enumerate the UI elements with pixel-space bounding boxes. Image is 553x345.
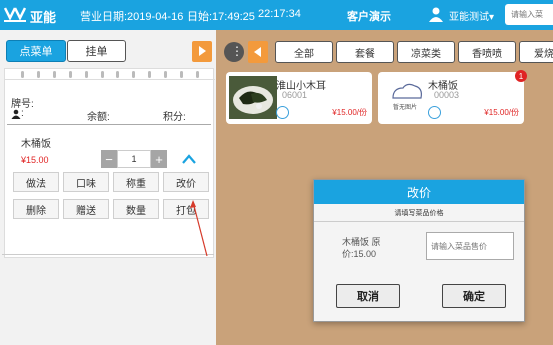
confirm-button[interactable]: 确定	[442, 284, 506, 308]
user-icon[interactable]	[428, 6, 444, 22]
no-image-placeholder: 暂无图片	[381, 76, 429, 119]
dish-price: ¥15.00/份	[484, 108, 519, 117]
top-bar: 亚能 营业日期:2019-04-16 日始:17:49:25 22:17:34 …	[0, 0, 553, 30]
business-date: 营业日期:2019-04-16	[80, 11, 184, 23]
category-tab-set[interactable]: 套餐	[336, 41, 394, 63]
day-start-time: 日始:17:49:25	[187, 11, 255, 23]
annotation-arrow	[190, 200, 208, 257]
user-menu[interactable]: 亚能测试▾	[449, 8, 494, 23]
mode-label: 客户演示	[347, 11, 391, 23]
dish-detail-icon[interactable]	[276, 106, 289, 119]
price-input[interactable]	[426, 232, 514, 260]
dish-count-badge: 1	[515, 70, 527, 82]
dish-card[interactable]: 淮山小木耳 06001 ¥15.00/份	[226, 72, 372, 124]
no-image-text: 暂无图片	[393, 103, 417, 111]
arrow-left-icon[interactable]	[248, 41, 268, 63]
dish-detail-icon[interactable]	[428, 106, 441, 119]
original-price-info: 木桶饭 原 价:15.00	[342, 236, 422, 260]
dialog-subtitle: 请填写菜品价格	[314, 204, 524, 222]
dish-card[interactable]: 暂无图片 木桶饭 00003 ¥15.00/份 1	[378, 70, 527, 124]
change-price-dialog: 改价 请填写菜品价格 木桶饭 原 价:15.00 取消 确定	[313, 179, 525, 322]
dialog-title: 改价	[314, 180, 524, 204]
order-panel: 点菜单 挂单 牌号: : 余额: 积分: 木桶饭 ¥15.00 − 1 + 做法	[0, 30, 216, 345]
dish-code: 06001	[282, 90, 308, 100]
category-tab-cold[interactable]: 凉菜类	[397, 41, 455, 63]
category-tab-all[interactable]: 全部	[275, 41, 333, 63]
original-price-line1: 木桶饭 原	[342, 237, 381, 247]
dish-code: 00003	[434, 90, 460, 100]
category-tab-grill[interactable]: 爱烧	[519, 41, 553, 63]
category-menu-icon[interactable]	[224, 42, 244, 62]
clock: 22:17:34	[258, 8, 301, 20]
cancel-button[interactable]: 取消	[336, 284, 400, 308]
dish-price: ¥15.00/份	[332, 108, 367, 117]
brand-name: 亚能	[30, 10, 57, 25]
logo-icon	[4, 7, 26, 22]
original-price-line2: 价:15.00	[342, 249, 377, 259]
search-input[interactable]	[505, 4, 553, 25]
category-tab-fragrant[interactable]: 香喷喷	[458, 41, 516, 63]
dish-photo	[229, 76, 277, 119]
